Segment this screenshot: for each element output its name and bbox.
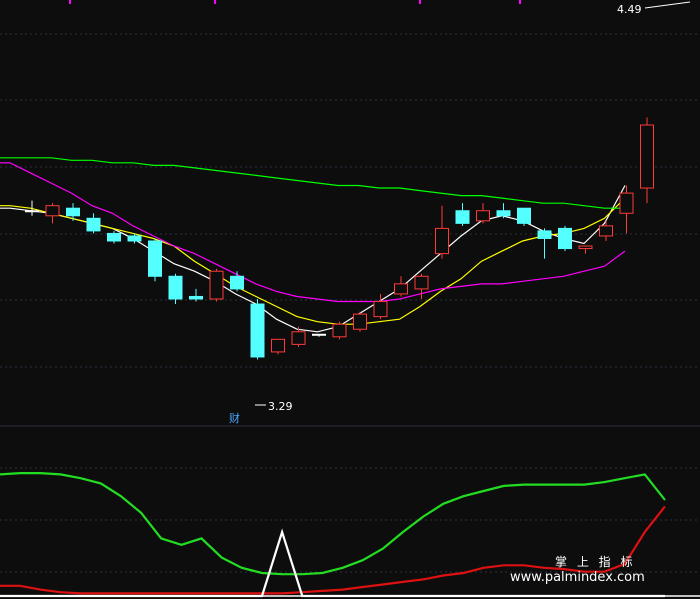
candlestick xyxy=(517,207,531,226)
candle-body xyxy=(558,227,572,250)
candle-body xyxy=(127,235,142,242)
candle-body xyxy=(496,210,511,217)
watermark-title: 掌 上 指 标 xyxy=(555,554,635,569)
candle-body xyxy=(619,192,634,214)
candlestick xyxy=(271,338,285,355)
candle-body xyxy=(230,275,244,290)
candle-body xyxy=(209,270,224,300)
candle-body xyxy=(271,338,285,353)
candle-body xyxy=(148,240,162,277)
candle-body xyxy=(537,230,552,239)
candle-body xyxy=(394,283,408,295)
stock-chart: 4.49 3.29 财 掌 上 指 标 www.palmindex.com xyxy=(0,0,700,599)
candle-body xyxy=(189,295,203,300)
candlestick xyxy=(332,321,347,340)
candle-body xyxy=(640,124,654,189)
candle-body xyxy=(373,301,388,318)
candle-body xyxy=(45,205,60,217)
high-price-label: 4.49 xyxy=(617,3,642,16)
candle-body xyxy=(353,313,367,330)
candlestick xyxy=(250,298,265,360)
candle-body xyxy=(435,227,449,255)
candle-body xyxy=(312,333,326,336)
candle-body xyxy=(332,323,347,338)
candle-body xyxy=(414,275,429,290)
candle-body xyxy=(517,207,531,224)
candle-body xyxy=(168,275,183,300)
watermark-url: www.palmindex.com xyxy=(510,570,645,585)
candle-body xyxy=(599,225,613,237)
candle-body xyxy=(455,210,470,224)
candle-body xyxy=(66,207,80,217)
candle-body xyxy=(476,210,490,222)
candlestick xyxy=(209,268,224,302)
candle-body xyxy=(291,331,306,345)
low-price-label: 3.29 xyxy=(268,400,293,413)
event-marker-label: 财 xyxy=(229,411,240,425)
candle-body xyxy=(25,210,39,213)
candle-body xyxy=(250,303,265,358)
candlestick xyxy=(353,311,367,332)
candle-body xyxy=(578,245,593,250)
candle-body xyxy=(107,232,121,242)
candlestick xyxy=(558,225,572,252)
candle-body xyxy=(86,217,101,232)
candlestick xyxy=(148,238,162,282)
